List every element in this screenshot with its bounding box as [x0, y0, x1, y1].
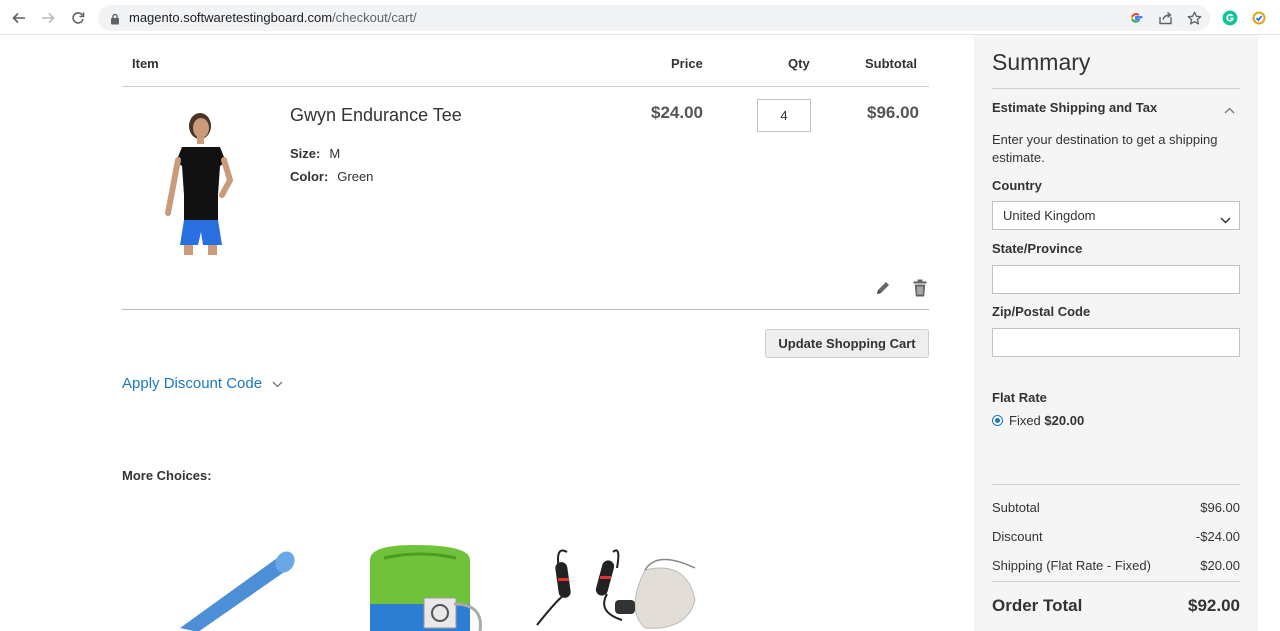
- item-price: $24.00: [651, 103, 703, 122]
- fixed-rate-option: Fixed $20.00: [1009, 413, 1085, 428]
- item-subtotal: $96.00: [867, 103, 919, 122]
- header-price: Price: [671, 56, 703, 71]
- divider: [122, 86, 929, 87]
- edit-pencil-icon[interactable]: [873, 278, 893, 298]
- chevron-down-icon: [1220, 211, 1231, 229]
- totals-row-discount: Discount -$24.00: [992, 529, 1240, 544]
- country-value: United Kingdom: [1003, 208, 1096, 223]
- totals-row-shipping: Shipping (Flat Rate - Fixed) $20.00: [992, 558, 1240, 573]
- update-cart-button[interactable]: Update Shopping Cart: [765, 329, 929, 358]
- product-thumb-jump-rope[interactable]: [527, 540, 702, 631]
- forward-arrow-icon[interactable]: [36, 6, 60, 30]
- order-total-row: Order Total $92.00: [992, 596, 1240, 615]
- estimate-note: Enter your destination to get a shipping…: [992, 132, 1218, 165]
- estimate-shipping-toggle[interactable]: Estimate Shipping and Tax: [992, 100, 1157, 115]
- chevron-up-icon[interactable]: [1224, 101, 1235, 119]
- address-bar[interactable]: magento.softwaretestingboard.com/checkou…: [98, 5, 1210, 31]
- country-label: Country: [992, 178, 1042, 193]
- url-text: magento.softwaretestingboard.com/checkou…: [129, 10, 417, 25]
- product-image[interactable]: [142, 100, 262, 260]
- discount-link-label: Apply Discount Code: [122, 375, 263, 392]
- product-thumb-yoga-strap[interactable]: [362, 540, 492, 631]
- header-subtotal: Subtotal: [865, 56, 917, 71]
- lock-icon: [110, 12, 120, 30]
- chevron-down-icon: [272, 375, 283, 392]
- country-select[interactable]: United Kingdom: [992, 201, 1240, 230]
- trash-icon[interactable]: [910, 278, 930, 298]
- order-summary-panel: Summary Estimate Shipping and Tax Enter …: [974, 35, 1258, 631]
- product-thumb-yoga-roller[interactable]: [162, 540, 302, 631]
- header-item: Item: [132, 56, 159, 71]
- divider: [992, 581, 1240, 582]
- back-arrow-icon[interactable]: [7, 6, 31, 30]
- scrollbar[interactable]: [1258, 35, 1280, 631]
- totals-row-subtotal: Subtotal $96.00: [992, 500, 1240, 515]
- browser-toolbar: magento.softwaretestingboard.com/checkou…: [0, 0, 1280, 35]
- qty-input[interactable]: 4: [757, 99, 811, 132]
- apply-discount-toggle[interactable]: Apply Discount Code: [122, 375, 283, 392]
- divider: [122, 309, 929, 310]
- divider: [992, 484, 1240, 485]
- share-icon[interactable]: [1156, 9, 1174, 27]
- zip-label: Zip/Postal Code: [992, 304, 1091, 319]
- google-icon[interactable]: [1127, 9, 1145, 27]
- summary-title: Summary: [992, 49, 1091, 75]
- option-size: Size: M: [290, 146, 341, 161]
- shipping-radio-fixed[interactable]: [992, 415, 1003, 426]
- state-input[interactable]: [992, 265, 1240, 294]
- state-label: State/Province: [992, 241, 1083, 256]
- zip-input[interactable]: [992, 328, 1240, 357]
- grammarly-icon[interactable]: [1221, 9, 1239, 27]
- header-qty: Qty: [788, 56, 810, 71]
- divider: [992, 88, 1240, 89]
- flat-rate-label: Flat Rate: [992, 390, 1047, 405]
- bookmark-star-icon[interactable]: [1185, 9, 1203, 27]
- option-color: Color: Green: [290, 169, 374, 184]
- extension-icon[interactable]: [1250, 9, 1268, 27]
- product-name-link[interactable]: Gwyn Endurance Tee: [290, 105, 462, 126]
- reload-icon[interactable]: [66, 6, 90, 30]
- more-choices-heading: More Choices:: [122, 468, 212, 483]
